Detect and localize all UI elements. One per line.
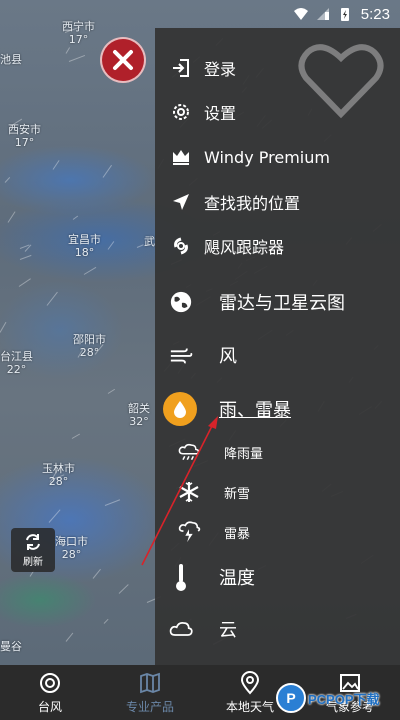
sublayer-thunderstorm[interactable]: 雷暴	[155, 520, 400, 544]
wind-streak	[52, 160, 60, 170]
wind-streak	[102, 164, 113, 178]
layer-temperature[interactable]: 温度	[155, 562, 400, 592]
wind-streak	[118, 584, 129, 594]
layer-label-active: 雨、雷暴	[219, 400, 291, 421]
menu-item-login[interactable]: 登录	[155, 56, 400, 80]
signal-icon	[316, 8, 329, 20]
menu-item-hurricane-tracker[interactable]: 飓风跟踪器	[155, 234, 400, 258]
wind-streak	[48, 509, 61, 523]
location-arrow-icon	[169, 190, 193, 214]
side-drawer: 登录 设置 Windy Premium 查找我的位置 飓风跟踪器 雷达与卫星云图…	[155, 28, 400, 665]
city-label: 曼谷	[0, 640, 22, 653]
wind-streak	[7, 211, 16, 223]
city-label: 玉林市 28°	[42, 462, 75, 488]
wind-icon	[169, 343, 193, 367]
crown-icon	[169, 145, 193, 169]
menu-item-label: 查找我的位置	[204, 194, 301, 213]
rain-cloud-icon	[177, 440, 201, 464]
wind-streak	[65, 632, 74, 642]
wind-streak	[18, 278, 31, 287]
layer-label: 云	[219, 620, 237, 641]
city-label: 宜昌市 18°	[68, 233, 101, 259]
menu-item-label: Windy Premium	[204, 147, 330, 167]
gear-icon	[169, 100, 193, 124]
menu-item-settings[interactable]: 设置	[155, 100, 400, 124]
layer-wind[interactable]: 风	[155, 341, 400, 369]
close-icon	[113, 50, 133, 70]
city-label: 海口市 28°	[55, 535, 88, 561]
thermometer-icon	[169, 564, 193, 591]
layer-label: 温度	[219, 568, 255, 589]
watermark: P PCPOP下载	[276, 682, 400, 714]
watermark-badge: P	[276, 683, 306, 713]
cloud-icon	[169, 617, 193, 641]
wind-streak	[19, 254, 32, 260]
layer-radar-satellite[interactable]: 雷达与卫星云图	[155, 288, 400, 316]
wind-streak	[4, 177, 11, 183]
wind-streak	[72, 215, 79, 220]
raindrop-icon	[163, 392, 197, 426]
menu-item-label: 飓风跟踪器	[204, 238, 285, 257]
city-label: 西安市 17°	[8, 123, 41, 149]
nav-typhoon[interactable]: 台风	[0, 665, 100, 720]
wifi-icon	[293, 8, 308, 20]
wind-streak	[103, 618, 109, 624]
city-label: 韶关 32°	[128, 402, 150, 428]
wind-streak	[107, 241, 115, 250]
city-label: 武	[144, 235, 155, 248]
layer-rain-thunder[interactable]: 雨、雷暴	[155, 392, 400, 426]
nav-label: 本地天气	[225, 699, 274, 714]
menu-item-premium[interactable]: Windy Premium	[155, 145, 400, 169]
refresh-label: 刷新	[23, 557, 43, 568]
watermark-text: PCPOP下载	[308, 691, 380, 707]
sublayer-label: 降雨量	[224, 446, 264, 462]
status-bar: 5:23	[0, 0, 400, 28]
wind-streak	[136, 244, 144, 248]
menu-item-label: 设置	[204, 104, 237, 123]
pin-icon	[240, 670, 260, 695]
city-label: 池县	[0, 53, 22, 66]
wind-streak	[68, 54, 86, 62]
layer-label: 风	[219, 346, 237, 367]
globe-icon	[169, 290, 193, 314]
thunder-cloud-icon	[177, 520, 201, 544]
hurricane-icon	[169, 234, 193, 258]
sublayer-new-snow[interactable]: 新雪	[155, 480, 400, 504]
wind-streak	[65, 47, 71, 54]
login-icon	[169, 56, 193, 80]
wind-streak	[107, 388, 116, 394]
snowflake-icon	[177, 480, 201, 504]
menu-item-label: 登录	[204, 60, 237, 79]
sublayer-label: 雷暴	[224, 526, 251, 542]
status-time: 5:23	[360, 5, 390, 23]
wind-streak	[83, 266, 97, 275]
nav-pro-products[interactable]: 专业产品	[100, 665, 200, 720]
sublayer-label: 新雪	[224, 486, 251, 502]
nav-label: 台风	[37, 699, 62, 714]
wind-streak	[46, 291, 58, 306]
battery-charging-icon	[340, 8, 349, 21]
menu-item-find-location[interactable]: 查找我的位置	[155, 190, 400, 214]
nav-label: 专业产品	[125, 699, 174, 714]
refresh-icon	[26, 534, 40, 550]
wind-streak	[104, 499, 121, 506]
wind-streak	[92, 568, 101, 579]
layer-clouds[interactable]: 云	[155, 615, 400, 643]
layer-label: 雷达与卫星云图	[219, 293, 345, 314]
map-icon	[140, 672, 160, 693]
typhoon-icon	[40, 672, 60, 693]
refresh-button[interactable]: 刷新	[11, 528, 55, 572]
sublayer-rainfall[interactable]: 降雨量	[155, 440, 400, 464]
wind-streak	[0, 321, 7, 333]
city-label: 台江县 22°	[0, 350, 33, 376]
wind-streak	[71, 433, 81, 439]
close-menu-button[interactable]	[100, 37, 146, 83]
